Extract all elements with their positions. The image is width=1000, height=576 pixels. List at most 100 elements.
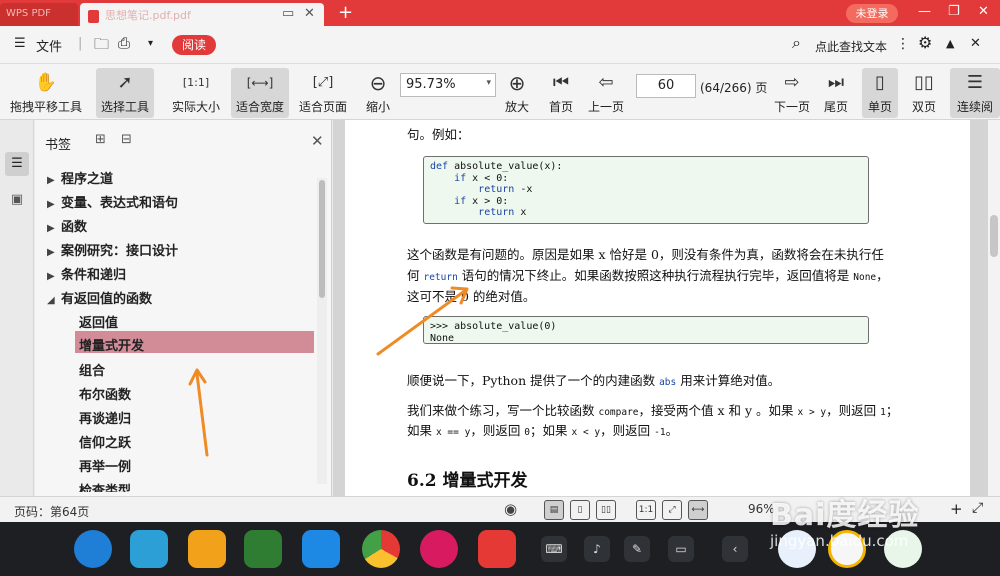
prev-page-button[interactable]: ⇦ 上一页 [585,68,627,118]
collapse-icon[interactable]: ▲ [946,37,954,50]
actual-size-small-icon[interactable]: 1:1 [636,500,656,520]
settings-icon[interactable] [420,530,458,568]
bookmark-child-item[interactable]: 再谈递归 [79,408,131,427]
bookmark-child-item[interactable]: 组合 [79,360,105,379]
folder-icon[interactable]: 🗀 [94,34,109,59]
keyboard-icon[interactable]: ⌨ [541,536,567,562]
eye-icon[interactable]: ◉ [504,500,517,518]
bookmark-child-item[interactable]: 布尔函数 [79,384,131,403]
restore-icon[interactable]: ❐ [948,4,960,19]
read-button[interactable]: 阅读 [172,35,216,55]
chevron-down-icon: ▾ [486,78,491,88]
zoom-out-button[interactable]: ⊖ 缩小 [362,68,394,118]
double-page-view-icon[interactable]: ▯▯ [596,500,616,520]
login-button[interactable]: 未登录 [846,4,898,23]
menu-bar: ☰ 文件 | 🗀 ⎙ ▾ 阅读 ⌕ 点此查找文本 ⋮ ⚙ ▲ ✕ [0,26,1000,64]
bookmark-panel-icon[interactable]: ☰ [5,152,29,176]
zoom-in-small-icon[interactable]: + [950,500,963,518]
select-tool-button[interactable]: ➚ 选择工具 [96,68,154,118]
fullscreen-icon[interactable]: ⤢ [972,500,983,516]
music-player-icon[interactable] [244,530,282,568]
close-panel-icon[interactable]: ✕ [311,132,324,150]
fit-page-small-icon[interactable]: ⤢ [662,500,682,520]
scrollbar-thumb[interactable] [319,180,325,298]
fit-page-button[interactable]: [⤢] 适合页面 [296,68,350,118]
bookmark-child-item[interactable]: 检查类型 [79,480,131,492]
bookmark-child-item[interactable]: 返回值 [79,312,118,331]
bookmark-item[interactable]: ▶ 条件和递归 [47,264,126,283]
bookmark-child-item[interactable]: 信仰之跃 [79,432,131,451]
last-page-button[interactable]: ⏭ 尾页 [821,68,851,118]
tab-app[interactable]: WPS PDF [0,3,78,26]
gear-icon[interactable]: ⚙ [918,33,932,52]
file-menu[interactable]: 文件 [36,36,62,55]
tab-document[interactable]: 思想笔记.pdf.pdf ▭ ✕ [80,3,324,26]
page-number-input[interactable]: 60 [636,74,696,98]
expand-triangle-icon[interactable]: ▶ [47,223,61,234]
bookmarks-panel: 书签 ⊞ ⊟ ✕ ▶ 程序之道 ▶ 变量、表达式和语句 ▶ 函数 ▶ 案例研究：接口设计… [35,120,332,496]
bookmark-item[interactable]: ◢ 有返回值的函数 [47,288,152,307]
next-page-button[interactable]: ⇨ 下一页 [772,68,812,118]
collapse-all-icon[interactable]: ⊟ [121,132,132,147]
chevron-down-icon[interactable]: ▾ [148,38,153,49]
battery-icon[interactable]: ▭ [668,536,694,562]
search-icon[interactable]: ⌕ [792,33,801,53]
zoom-in-button[interactable]: ⊕ 放大 [502,68,532,118]
new-tab-button[interactable]: + [338,2,353,23]
fit-width-button[interactable]: [⟷] 适合宽度 [231,68,289,118]
bookmark-item[interactable]: ▶ 函数 [47,216,87,235]
scrollbar-thumb[interactable] [990,215,998,257]
print-icon[interactable]: ⎙ [118,34,130,52]
bookmark-child-item-selected[interactable]: 增量式开发 [79,335,144,354]
single-page-view-icon[interactable]: ▤ [544,500,564,520]
text: 我们来做个练习，写一个比较函数 [407,403,599,418]
hamburger-icon[interactable]: ☰ [14,36,26,51]
code-text: x [514,207,527,218]
app-store-icon[interactable] [130,530,168,568]
last-page-icon: ⏭ [827,72,845,93]
fit-width-small-icon[interactable]: ⟷ [688,500,708,520]
fit-width-label: 适合宽度 [235,100,284,114]
double-page-button[interactable]: ▯▯ 双页 [904,68,944,118]
bookmarks-scrollbar[interactable] [317,178,327,484]
close-window-icon[interactable]: ✕ [978,4,989,19]
menu-close-icon[interactable]: ✕ [970,36,981,51]
expand-triangle-icon[interactable]: ▶ [47,199,61,210]
zoom-select[interactable]: 95.73% ▾ [400,73,496,97]
bookmark-label: 函数 [61,220,88,235]
bookmark-item[interactable]: ▶ 案例研究：接口设计 [47,240,178,259]
video-player-icon[interactable] [302,530,340,568]
actual-size-button[interactable]: [1:1] 实际大小 [168,68,224,118]
bookmark-item[interactable]: ▶ 变量、表达式和语句 [47,192,178,211]
expand-triangle-icon[interactable]: ▶ [47,271,61,282]
thumbnail-panel-icon[interactable]: ▣ [5,188,29,212]
chevron-left-icon[interactable]: ‹ [722,536,748,562]
chrome-browser-icon[interactable] [362,530,400,568]
document-scrollbar[interactable] [988,120,1000,496]
pen-icon[interactable]: ✎ [624,536,650,562]
shopping-bag-icon[interactable] [188,530,226,568]
close-tab-icon[interactable]: ✕ [304,6,315,21]
expand-triangle-icon[interactable]: ▶ [47,175,61,186]
search-text-link[interactable]: 点此查找文本 [815,38,887,55]
bookmark-child-item[interactable]: 再举一例 [79,456,131,475]
wps-pdf-icon[interactable] [478,530,516,568]
expand-all-icon[interactable]: ⊞ [95,132,106,147]
tab-document-label: 思想笔记.pdf.pdf [105,9,191,22]
deepin-launcher-icon[interactable] [74,530,112,568]
code-text: -x [514,184,533,195]
continuous-button[interactable]: ☰ 连续阅 [950,68,1000,118]
monitor-icon[interactable]: ▭ [282,6,294,21]
collapse-triangle-icon[interactable]: ◢ [47,295,61,306]
single-page-button[interactable]: ▯ 单页 [862,68,898,118]
volume-icon[interactable]: ♪ [584,536,610,562]
bookmark-item[interactable]: ▶ 程序之道 [47,168,113,187]
zoom-in-icon: ⊕ [508,71,526,95]
expand-triangle-icon[interactable]: ▶ [47,247,61,258]
continuous-label: 连续阅 [956,100,993,114]
more-vertical-icon[interactable]: ⋮ [896,36,910,52]
first-page-button[interactable]: ⏮ 首页 [545,68,577,118]
minimize-icon[interactable]: — [918,4,931,19]
page-view-icon[interactable]: ▯ [570,500,590,520]
pan-tool-button[interactable]: ✋ 拖拽平移工具 [8,68,84,118]
